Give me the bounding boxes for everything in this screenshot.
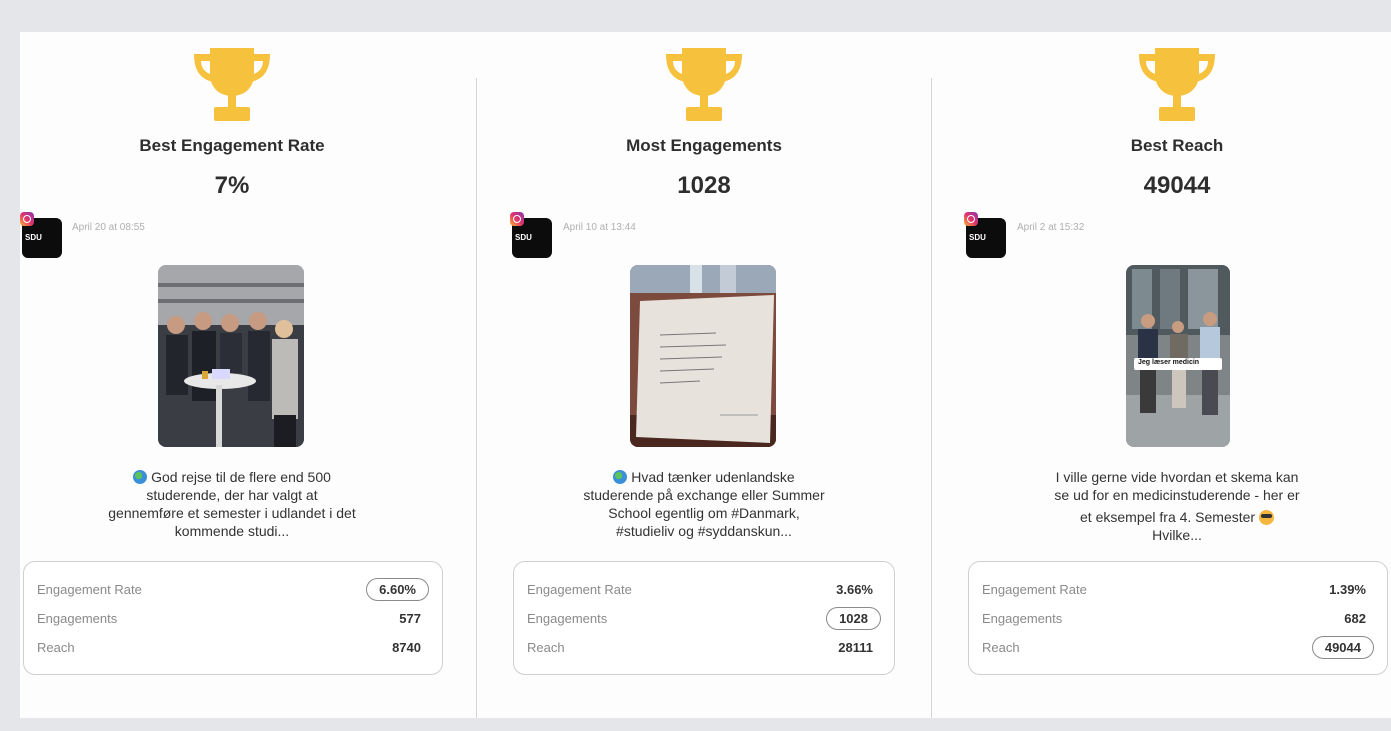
stat-row-engagement-rate: Engagement Rate 1.39% (982, 578, 1374, 604)
stat-row-engagements: Engagements 577 (37, 607, 429, 633)
instagram-icon (964, 212, 978, 226)
stat-row-engagement-rate: Engagement Rate 3.66% (527, 578, 881, 604)
stat-value-highlighted: 49044 (1311, 636, 1374, 659)
trophy-icon (666, 48, 742, 121)
stat-value-highlighted: 1028 (826, 607, 881, 630)
stat-label: Reach (982, 640, 1020, 655)
award-value: 7% (214, 172, 250, 199)
stat-row-reach: Reach 28111 (527, 636, 881, 662)
award-title: Best Engagement Rate (139, 136, 325, 155)
account-avatar[interactable]: SDU (20, 212, 62, 258)
post-date: April 2 at 15:32 (1017, 222, 1085, 233)
trophy-icon (194, 48, 270, 121)
stat-label: Engagements (982, 611, 1063, 626)
post-stats-box: Engagement Rate 3.66% Engagements 1028 R… (513, 561, 895, 675)
post-stats-box: Engagement Rate 6.60% Engagements 577 Re… (23, 561, 443, 675)
award-value: 1028 (677, 172, 731, 199)
account-avatar[interactable]: SDU (964, 212, 1006, 258)
instagram-icon (510, 212, 524, 226)
award-title: Best Reach (1130, 136, 1224, 155)
post-photo[interactable] (158, 265, 304, 447)
stat-row-engagements: Engagements 682 (982, 607, 1374, 633)
post-caption: God rejse til de flere end 500 studerend… (108, 469, 356, 539)
stat-value: 3.66% (836, 582, 873, 597)
stat-label: Engagement Rate (527, 582, 632, 597)
award-value: 49044 (1143, 172, 1211, 199)
stat-value-highlighted: 6.60% (366, 578, 429, 601)
post-date: April 10 at 13:44 (563, 222, 636, 233)
column-divider (476, 78, 477, 718)
account-label: SDU (25, 233, 42, 242)
stat-label: Engagements (37, 611, 118, 626)
stat-label: Engagement Rate (37, 582, 142, 597)
column-divider (931, 78, 932, 718)
award-title: Most Engagements (626, 136, 782, 155)
stat-value: 8740 (392, 640, 421, 655)
stat-row-reach: Reach 8740 (37, 636, 429, 662)
trophy-icon (1139, 48, 1215, 121)
stat-value: 28111 (838, 640, 873, 655)
post-caption: I ville gerne vide hvordan et skema kan … (1054, 469, 1300, 543)
stat-label: Reach (37, 640, 75, 655)
post-photo[interactable]: Jeg læser medicin (1126, 265, 1230, 447)
globe-emoji-icon (133, 470, 148, 484)
stat-label: Engagement Rate (982, 582, 1087, 597)
sunglasses-emoji-icon (1258, 510, 1274, 525)
account-label: SDU (515, 233, 532, 242)
globe-emoji-icon (613, 470, 628, 484)
stat-row-reach: Reach 49044 (982, 636, 1374, 662)
stat-row-engagement-rate: Engagement Rate 6.60% (37, 578, 429, 604)
stat-label: Engagements (527, 611, 608, 626)
stat-label: Reach (527, 640, 565, 655)
stat-row-engagements: Engagements 1028 (527, 607, 881, 633)
post-date: April 20 at 08:55 (72, 222, 145, 233)
post-caption: Hvad tænker udenlandske studerende på ex… (583, 469, 825, 539)
stat-value: 682 (1344, 611, 1366, 626)
stat-value: 1.39% (1329, 582, 1366, 597)
post-photo[interactable] (630, 265, 776, 447)
account-avatar[interactable]: SDU (510, 212, 552, 258)
stat-value: 577 (399, 611, 421, 626)
instagram-icon (20, 212, 34, 226)
photo-overlay-text: Jeg læser medicin (1138, 359, 1200, 366)
post-stats-box: Engagement Rate 1.39% Engagements 682 Re… (968, 561, 1388, 675)
account-label: SDU (969, 233, 986, 242)
